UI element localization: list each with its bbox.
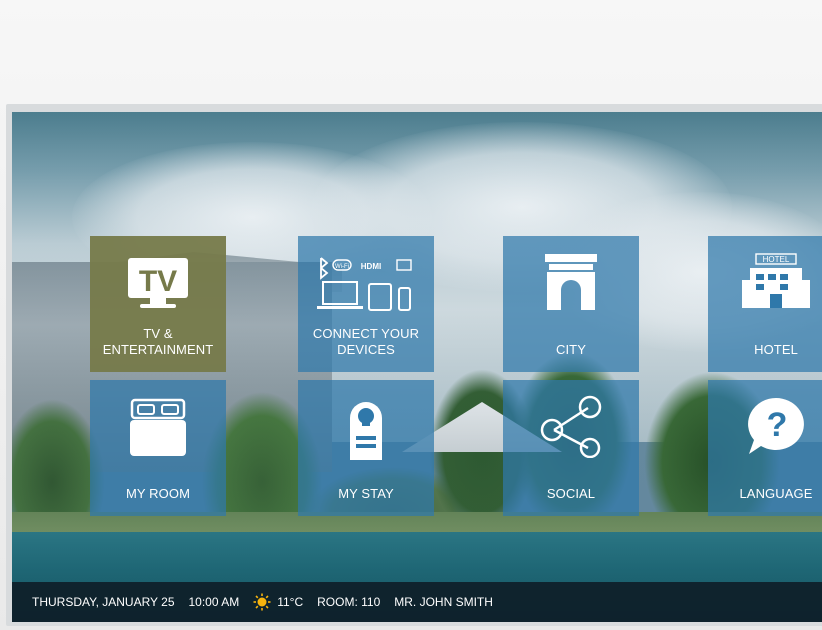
temperature-text: 11°C xyxy=(277,595,304,609)
devices-icon: Wi-Fi HDMI xyxy=(298,250,434,320)
question-bubble-icon: ? xyxy=(708,394,822,458)
room-text: ROOM: 110 xyxy=(317,595,381,609)
tv-icon-text: TV xyxy=(139,265,177,298)
svg-text:Wi-Fi: Wi-Fi xyxy=(335,264,349,270)
date-text: THURSDAY, JANUARY 25 xyxy=(32,595,175,609)
tile-label: HOTEL xyxy=(754,342,798,357)
arch-icon xyxy=(503,250,639,314)
tile-label: MY STAY xyxy=(338,486,394,501)
hotel-icon: HOTEL xyxy=(708,250,822,314)
tile-my-stay[interactable]: MY STAY xyxy=(298,380,434,516)
question-mark: ? xyxy=(767,406,788,444)
share-icon xyxy=(503,394,639,458)
bed-icon xyxy=(90,394,226,460)
tile-connect-devices[interactable]: Wi-Fi HDMI CONNECT YOUR DEVICES xyxy=(298,236,434,372)
tile-label: CONNECT YOUR DEVICES xyxy=(312,326,420,357)
hotel-sign-text: HOTEL xyxy=(763,255,790,264)
time-text: 10:00 AM xyxy=(188,595,240,609)
tile-city[interactable]: CITY xyxy=(503,236,639,372)
tile-label: MY ROOM xyxy=(125,486,191,501)
tile-label: CITY xyxy=(555,342,586,357)
tile-label: SOCIAL xyxy=(546,486,596,501)
tile-language[interactable]: ? LANGUAGE xyxy=(708,380,822,516)
door-hanger-icon xyxy=(298,394,434,462)
tile-label: LANGUAGE xyxy=(739,486,813,501)
tile-label: TV & ENTERTAINMENT xyxy=(102,326,214,357)
guest-name-text: MR. JOHN SMITH xyxy=(394,595,493,609)
tv-icon: TV xyxy=(90,250,226,316)
sun-icon xyxy=(253,593,271,611)
tv-screen: TV TV & ENTERTAINMENT Wi-Fi HDMI CONNECT… xyxy=(12,112,822,622)
hdmi-label: HDMI xyxy=(361,262,381,271)
tile-social[interactable]: SOCIAL xyxy=(503,380,639,516)
tile-tv-entertainment[interactable]: TV TV & ENTERTAINMENT xyxy=(90,236,226,372)
tile-hotel[interactable]: HOTEL HOTEL xyxy=(708,236,822,372)
status-bar: THURSDAY, JANUARY 25 10:00 AM 11°C ROOM:… xyxy=(12,582,822,622)
tile-my-room[interactable]: MY ROOM xyxy=(90,380,226,516)
